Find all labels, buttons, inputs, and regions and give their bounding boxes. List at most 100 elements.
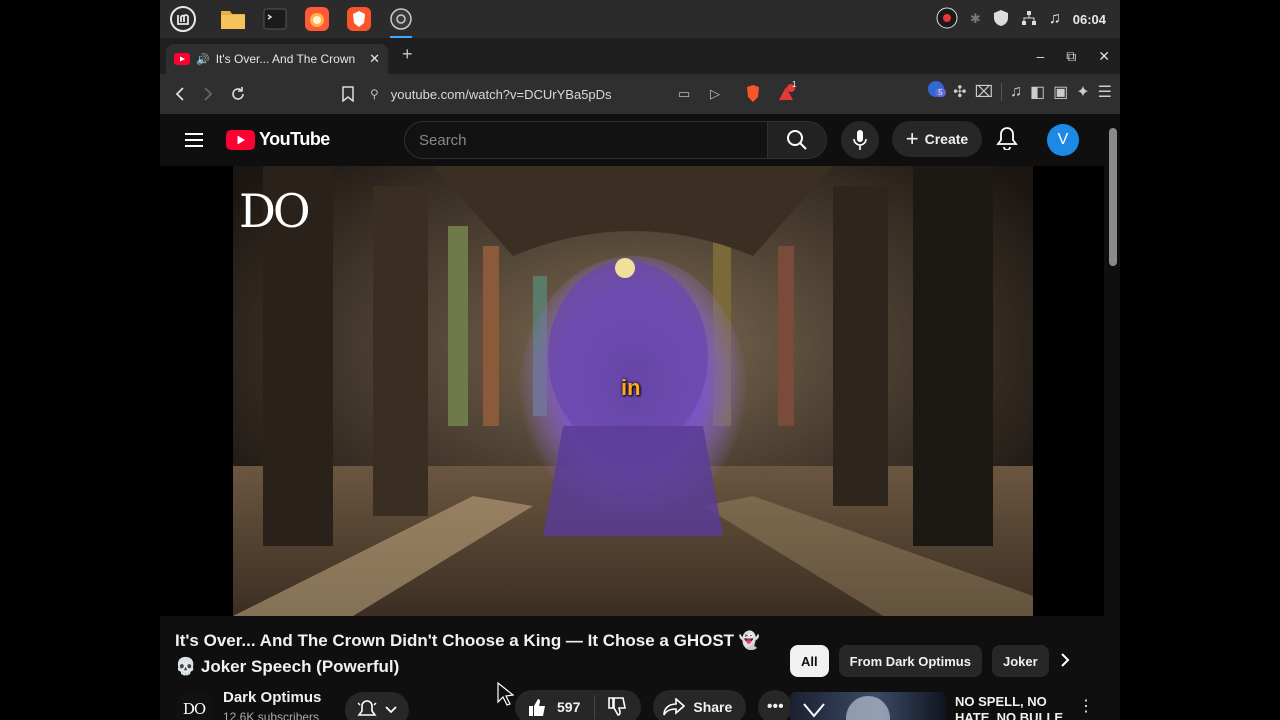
new-tab-button[interactable]: + — [402, 44, 413, 65]
music-icon[interactable]: ♫ — [1049, 10, 1061, 28]
user-avatar[interactable]: V — [1047, 124, 1079, 156]
bell-icon — [357, 700, 377, 716]
shield-icon[interactable] — [993, 9, 1009, 30]
video-frame[interactable]: DO in — [233, 166, 1033, 616]
system-tray: ✱ ♫ 06:04 — [936, 0, 1106, 38]
send-to-device-icon[interactable]: ▷ — [710, 86, 720, 102]
recommended-thumbnail[interactable] — [790, 692, 946, 720]
reload-button[interactable] — [224, 80, 252, 108]
search-input[interactable]: Search — [404, 121, 768, 159]
video-actions: 597 Share ••• — [515, 690, 793, 720]
files-icon[interactable] — [216, 4, 250, 34]
os-taskbar: ✱ ♫ 06:04 — [160, 0, 1120, 38]
maximize-button[interactable]: ⧉ — [1066, 48, 1076, 65]
channel-watermark[interactable]: DO — [239, 184, 311, 238]
sidebar-icon[interactable]: ◧ — [1030, 82, 1045, 102]
video-title-line2: 💀 Joker Speech (Powerful) — [175, 657, 400, 676]
firefox-icon[interactable] — [300, 4, 334, 34]
tab-title: It's Over... And The Crown — [215, 52, 356, 66]
more-horizontal-icon: ••• — [766, 698, 784, 715]
share-label: Share — [693, 699, 733, 715]
youtube-logo-text: YouTube — [259, 129, 330, 149]
obs-icon[interactable] — [384, 4, 418, 38]
thumbs-down-icon — [608, 697, 627, 716]
share-arrow-icon — [663, 698, 686, 716]
terminal-icon[interactable] — [258, 4, 292, 34]
mint-menu-icon[interactable] — [166, 4, 200, 34]
dislike-button[interactable] — [595, 697, 641, 717]
hamburger-menu-icon[interactable] — [182, 128, 206, 152]
chip-all[interactable]: All — [790, 645, 829, 677]
puzzle-icon[interactable]: ✣ — [953, 82, 966, 102]
youtube-logo-icon — [226, 129, 255, 150]
scrollbar-thumb[interactable] — [1109, 128, 1117, 266]
window-controls: – ⧉ ✕ — [1036, 38, 1110, 74]
extension-icon[interactable]: 5 — [927, 80, 946, 103]
create-button[interactable]: + Create — [892, 121, 982, 157]
tab-close-icon[interactable]: ✕ — [369, 51, 380, 67]
channel-name[interactable]: Dark Optimus — [223, 689, 321, 706]
youtube-logo[interactable]: YouTube — [226, 129, 330, 150]
notifications-bell-icon[interactable] — [996, 126, 1018, 155]
leo-ai-icon[interactable]: ✦ — [1076, 82, 1089, 102]
chevron-right-icon — [1061, 653, 1070, 667]
microphone-icon — [853, 130, 867, 150]
tab-youtube[interactable]: 🔊 It's Over... And The Crown ✕ — [166, 44, 388, 74]
thumbs-up-icon — [529, 699, 545, 716]
video-caption: in — [621, 375, 641, 400]
browser-toolbar: ⚲ youtube.com/watch?v=DCUrYBa5pDs ▭ ▷ 1 … — [160, 74, 1120, 114]
screenshot-icon[interactable]: ⌧ — [975, 82, 993, 102]
menu-icon[interactable]: ☰ — [1098, 82, 1112, 102]
cast-icon[interactable]: ▭ — [678, 86, 690, 102]
like-count: 597 — [557, 699, 581, 715]
wallet-icon[interactable]: ▣ — [1053, 82, 1068, 102]
more-actions-button[interactable]: ••• — [758, 690, 793, 720]
subscriber-count: 12.6K subscribers — [223, 710, 320, 720]
voice-search-button[interactable] — [841, 121, 879, 159]
browser-tab-strip: 🔊 It's Over... And The Crown ✕ — [160, 38, 1120, 74]
mouse-cursor-icon — [497, 682, 515, 706]
youtube-favicon-icon — [174, 53, 190, 65]
forward-button[interactable] — [194, 80, 222, 108]
like-dislike-group: 597 — [515, 690, 642, 720]
extension-badge: 5 — [935, 88, 946, 97]
share-button[interactable]: Share — [653, 690, 747, 720]
separator — [1001, 82, 1002, 101]
video-title-line1: It's Over... And The Crown Didn't Choose… — [175, 631, 760, 650]
channel-avatar[interactable]: DO — [175, 690, 213, 720]
create-label: Create — [924, 131, 969, 147]
media-icon[interactable]: ♫ — [1010, 83, 1022, 101]
rewards-badge: 1 — [792, 80, 797, 89]
search-icon — [787, 130, 807, 150]
page-scrollbar[interactable] — [1106, 114, 1120, 720]
clock[interactable]: 06:04 — [1073, 12, 1106, 27]
minimize-button[interactable]: – — [1036, 48, 1044, 64]
video-player[interactable]: DO in — [160, 166, 1104, 616]
subscription-bell-button[interactable] — [345, 692, 409, 720]
recommended-video[interactable]: NO SPELL, NO HATE, NO BULLE ⋮ — [790, 692, 1100, 720]
chip-from-channel[interactable]: From Dark Optimus — [838, 645, 982, 677]
chips-next-button[interactable] — [1060, 652, 1070, 673]
recommended-title[interactable]: NO SPELL, NO HATE, NO BULLE — [955, 694, 1075, 720]
recommended-more-icon[interactable]: ⋮ — [1078, 696, 1094, 716]
extensions-bar: 5 ✣ ⌧ ♫ ◧ ▣ ✦ ☰ — [927, 80, 1112, 103]
speaker-icon[interactable]: 🔊 — [196, 53, 210, 66]
search-button[interactable] — [767, 121, 827, 159]
brave-shields-icon[interactable] — [744, 84, 762, 107]
bluetooth-icon[interactable]: ✱ — [970, 11, 981, 27]
recording-icon[interactable] — [936, 7, 958, 32]
video-title: It's Over... And The Crown Didn't Choose… — [175, 628, 775, 680]
chip-joker[interactable]: Joker — [991, 645, 1049, 677]
site-settings-icon[interactable]: ⚲ — [370, 87, 379, 101]
url-text[interactable]: youtube.com/watch?v=DCUrYBa5pDs — [391, 87, 612, 102]
back-button[interactable] — [166, 80, 194, 108]
address-bar[interactable]: ⚲ youtube.com/watch?v=DCUrYBa5pDs ▭ ▷ 1 — [360, 80, 808, 108]
close-window-button[interactable]: ✕ — [1098, 48, 1110, 65]
bookmark-icon[interactable] — [334, 80, 362, 108]
chevron-down-icon — [385, 706, 397, 714]
like-button[interactable]: 597 — [515, 695, 596, 719]
brave-icon[interactable] — [342, 4, 376, 34]
network-icon[interactable] — [1021, 10, 1037, 29]
plus-icon: + — [905, 126, 919, 151]
youtube-masthead: YouTube Search + Create V — [160, 114, 1104, 166]
